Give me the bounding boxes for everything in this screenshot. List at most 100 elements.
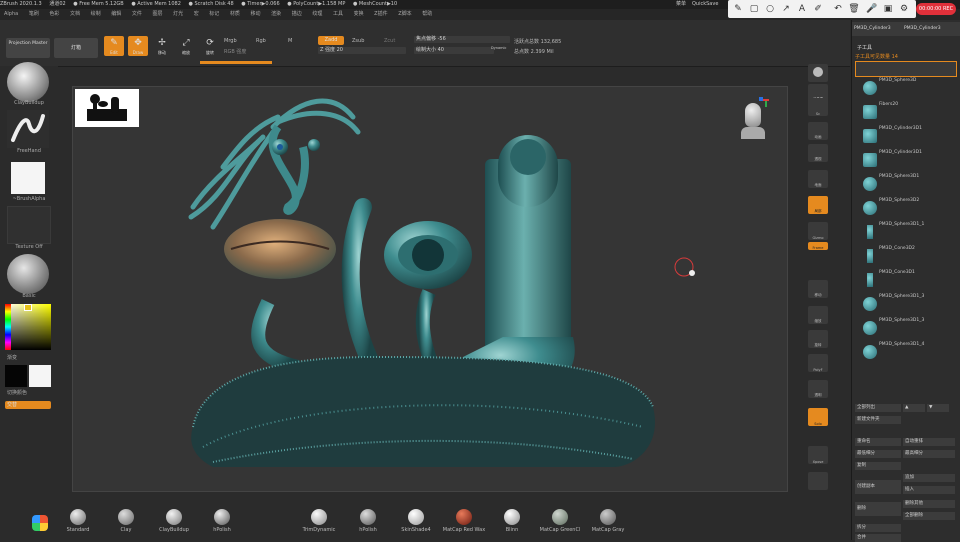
text-icon[interactable]: A — [796, 3, 808, 15]
arrow-icon[interactable]: ↗ — [780, 3, 792, 15]
camera-icon[interactable]: ▣ — [882, 3, 894, 15]
material-skinshade4[interactable] — [408, 509, 424, 525]
brush-thumbnail[interactable] — [7, 62, 49, 102]
menu-document[interactable]: 文档 — [70, 9, 80, 20]
scroll-button[interactable]: Sc — [808, 98, 828, 116]
quicksave-button[interactable]: QuickSave — [692, 0, 718, 9]
material-standard[interactable] — [70, 509, 86, 525]
zsub-toggle[interactable]: Zsub — [352, 38, 364, 44]
scale-view-button[interactable]: 缩放 — [808, 306, 828, 324]
menu-material[interactable]: 材质 — [230, 9, 240, 20]
material-hpolish-1[interactable] — [214, 509, 230, 525]
auto-reorder-button[interactable]: 自动重排 — [903, 438, 955, 446]
insert-button[interactable]: 插入 — [903, 486, 955, 494]
menu-zscript[interactable]: Z脚本 — [398, 9, 411, 20]
polyframe-button[interactable]: PolyF — [808, 354, 828, 372]
sculpture-viewport[interactable] — [73, 87, 787, 491]
menu-layer[interactable]: 图层 — [152, 9, 162, 20]
delete-all-button[interactable]: 全部删除 — [903, 512, 955, 520]
subtool-row[interactable]: PM3D_Cone3D1 — [857, 270, 957, 292]
menu-zplugin[interactable]: Z插件 — [374, 9, 387, 20]
secondary-color-swatch[interactable] — [29, 365, 51, 387]
color-cursor[interactable] — [24, 304, 32, 311]
bpr-button[interactable] — [808, 64, 828, 82]
subtool-row[interactable]: PM3D_Sphere3D1_1 — [857, 222, 957, 244]
rename-button[interactable]: 重命名 — [855, 438, 901, 446]
rgb-intensity-slider[interactable]: RGB 强度 — [224, 48, 246, 55]
mrgb-toggle[interactable]: Mrgb — [224, 38, 237, 44]
menu-marker[interactable]: 标记 — [209, 9, 219, 20]
rotate-button[interactable]: ⟳ 旋转 — [200, 36, 220, 56]
material-trimdynamic[interactable] — [311, 509, 327, 525]
tool-tab-1[interactable]: PM3D_Cylinder3 — [854, 26, 891, 31]
hue-strip[interactable] — [5, 304, 11, 350]
frame-button[interactable]: Frame — [808, 242, 828, 250]
floor-button[interactable]: 地面 — [808, 170, 828, 188]
subtool-title[interactable]: 子工具 — [857, 44, 872, 51]
alpha-thumbnail[interactable] — [11, 162, 45, 194]
menu-help[interactable]: 帮助 — [422, 9, 432, 20]
copy-button[interactable]: 复制 — [855, 462, 901, 470]
subtool-row[interactable]: PM3D_Sphere3D1_3 — [857, 294, 957, 316]
menu-light[interactable]: 灯光 — [173, 9, 183, 20]
undo-icon[interactable]: ↶ — [832, 3, 844, 15]
menu-draw[interactable]: 绘制 — [91, 9, 101, 20]
marker-icon[interactable]: ✐ — [812, 3, 824, 15]
animation-button[interactable]: 动画 — [808, 122, 828, 140]
zcut-toggle[interactable]: Zcut — [384, 38, 395, 44]
focal-shift-slider[interactable]: 焦点偏移 -56 — [414, 36, 510, 43]
menu-file[interactable]: 文件 — [132, 9, 142, 20]
z-intensity-slider[interactable]: Z 强度 20 — [318, 47, 406, 54]
menu-tool[interactable]: 工具 — [333, 9, 343, 20]
menu-stroke[interactable]: 描边 — [292, 9, 302, 20]
transparent-button[interactable]: 透明 — [808, 380, 828, 398]
create-copy-button[interactable]: 创建副本 — [855, 480, 901, 494]
material-thumbnail[interactable] — [7, 254, 49, 294]
rgb-toggle[interactable]: Rgb — [256, 38, 266, 44]
subtool-row[interactable]: Fibers20 — [857, 102, 957, 124]
menu-texture[interactable]: 纹理 — [312, 9, 322, 20]
circle-icon[interactable]: ○ — [764, 3, 776, 15]
navigation-gizmo[interactable] — [735, 97, 771, 147]
menu-edit[interactable]: 编辑 — [111, 9, 121, 20]
menu-alpha[interactable]: Alpha — [4, 9, 18, 20]
material-blinn[interactable] — [504, 509, 520, 525]
all-low-button[interactable]: 最低细分 — [855, 450, 901, 458]
delete-other-button[interactable]: 删除其他 — [903, 500, 955, 508]
menu-transform[interactable]: 变换 — [354, 9, 364, 20]
rectangle-icon[interactable]: ▢ — [748, 3, 760, 15]
draw-size-slider[interactable]: 绘制大小 40 — [414, 47, 494, 54]
switch-color-button[interactable]: 切换颜色 — [7, 389, 27, 396]
stroke-thumbnail[interactable] — [7, 110, 49, 148]
material-matcap-gray[interactable] — [600, 509, 616, 525]
menu-movie[interactable]: 移动 — [251, 9, 261, 20]
gizmo-button[interactable]: Gizmo — [808, 222, 828, 240]
delete-icon[interactable]: 🗑 — [848, 3, 860, 15]
perspective-button[interactable]: 透视 — [808, 144, 828, 162]
material-hpolish-2[interactable] — [360, 509, 376, 525]
move-button[interactable]: ✢ 移动 — [152, 36, 172, 56]
material-matcap-red-wax[interactable] — [456, 509, 472, 525]
menu-color[interactable]: 色彩 — [49, 9, 59, 20]
list-all-button[interactable]: 全部列出 — [855, 404, 901, 412]
zbrush-logo-icon[interactable] — [32, 515, 48, 531]
m-toggle[interactable]: M — [288, 38, 292, 44]
local-button[interactable]: 局部 — [808, 196, 828, 214]
move-up-button[interactable]: ▲ — [903, 404, 925, 412]
delete-button[interactable]: 删除 — [855, 502, 901, 516]
extra-button[interactable] — [808, 472, 828, 490]
dynamic-toggle[interactable]: Dynamic — [491, 46, 506, 50]
projection-master-button[interactable]: Projection Master — [6, 38, 50, 58]
texture-thumbnail[interactable] — [7, 206, 51, 244]
menu-toggle[interactable]: 菜单 — [676, 0, 686, 9]
xpose-button[interactable]: Xpose — [808, 446, 828, 464]
subtool-row[interactable]: PM3D_Sphere3D1_4 — [857, 342, 957, 364]
all-high-button[interactable]: 最高细分 — [903, 450, 955, 458]
subtool-row[interactable]: PM3D_Sphere3D — [857, 78, 957, 100]
edit-button[interactable]: ✎ Edit — [104, 36, 124, 56]
zadd-toggle[interactable]: Zadd — [318, 36, 344, 45]
merge-button[interactable]: 合并 — [855, 534, 901, 542]
subtool-row[interactable]: PM3D_Sphere3D2 — [857, 198, 957, 220]
document-canvas[interactable] — [72, 86, 788, 492]
alternate-button[interactable]: 交替 — [5, 401, 51, 409]
